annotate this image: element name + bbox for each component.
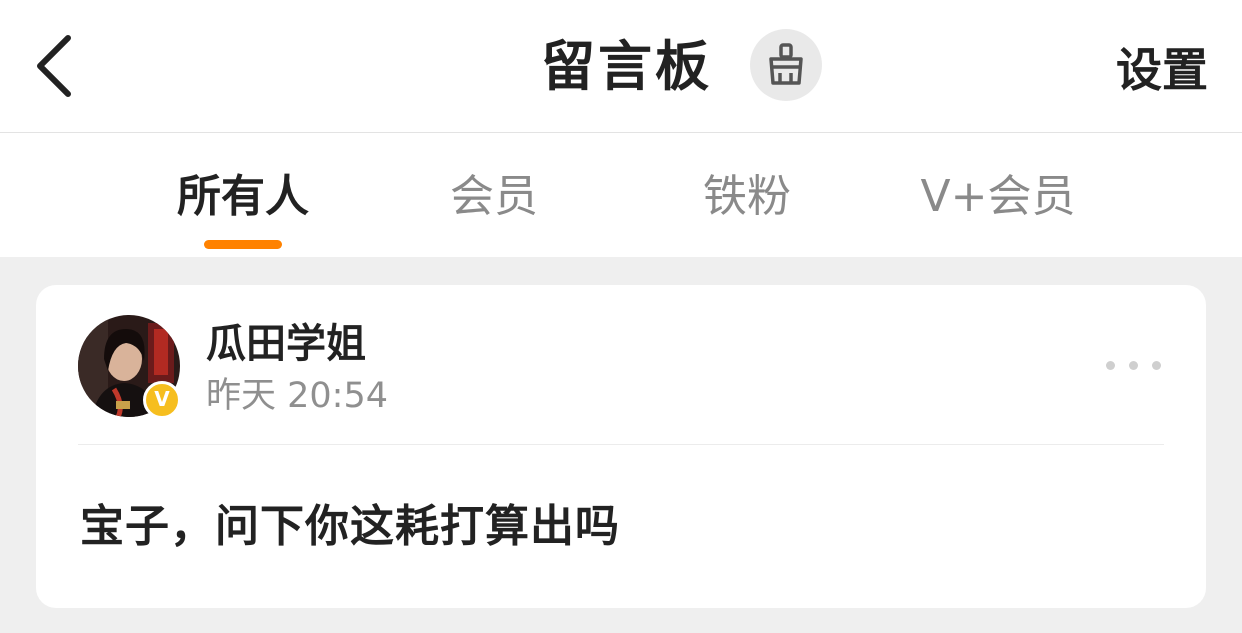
post-timestamp: 昨天 20:54	[206, 376, 388, 416]
more-options-button[interactable]	[1106, 357, 1166, 373]
author-name[interactable]: 瓜田学姐	[206, 318, 366, 370]
tab-members[interactable]: 会员	[374, 168, 614, 226]
message-text: 宝子，问下你这耗打算出吗	[80, 501, 620, 552]
page-title: 留言板	[541, 35, 712, 98]
top-navigation-bar: 留言板 设置	[0, 0, 1242, 133]
clean-button[interactable]	[750, 29, 822, 101]
more-dot	[1129, 361, 1138, 370]
more-dots-icon	[1106, 361, 1115, 370]
more-dot	[1152, 361, 1161, 370]
audience-tab-bar: 所有人 会员 铁粉 V+会员	[0, 133, 1242, 257]
tab-iron-fans[interactable]: 铁粉	[627, 168, 867, 226]
broom-icon	[769, 43, 803, 85]
settings-button[interactable]: 设置	[1116, 40, 1208, 100]
verified-badge: V	[143, 381, 181, 419]
back-button[interactable]	[28, 30, 88, 102]
chevron-left-icon	[37, 35, 71, 97]
active-tab-indicator	[204, 240, 282, 249]
tab-everyone[interactable]: 所有人	[123, 168, 363, 226]
divider	[78, 444, 1164, 445]
message-card: V 瓜田学姐 昨天 20:54 宝子，问下你这耗打算出吗	[36, 285, 1206, 608]
tab-vplus-members[interactable]: V+会员	[878, 168, 1118, 226]
